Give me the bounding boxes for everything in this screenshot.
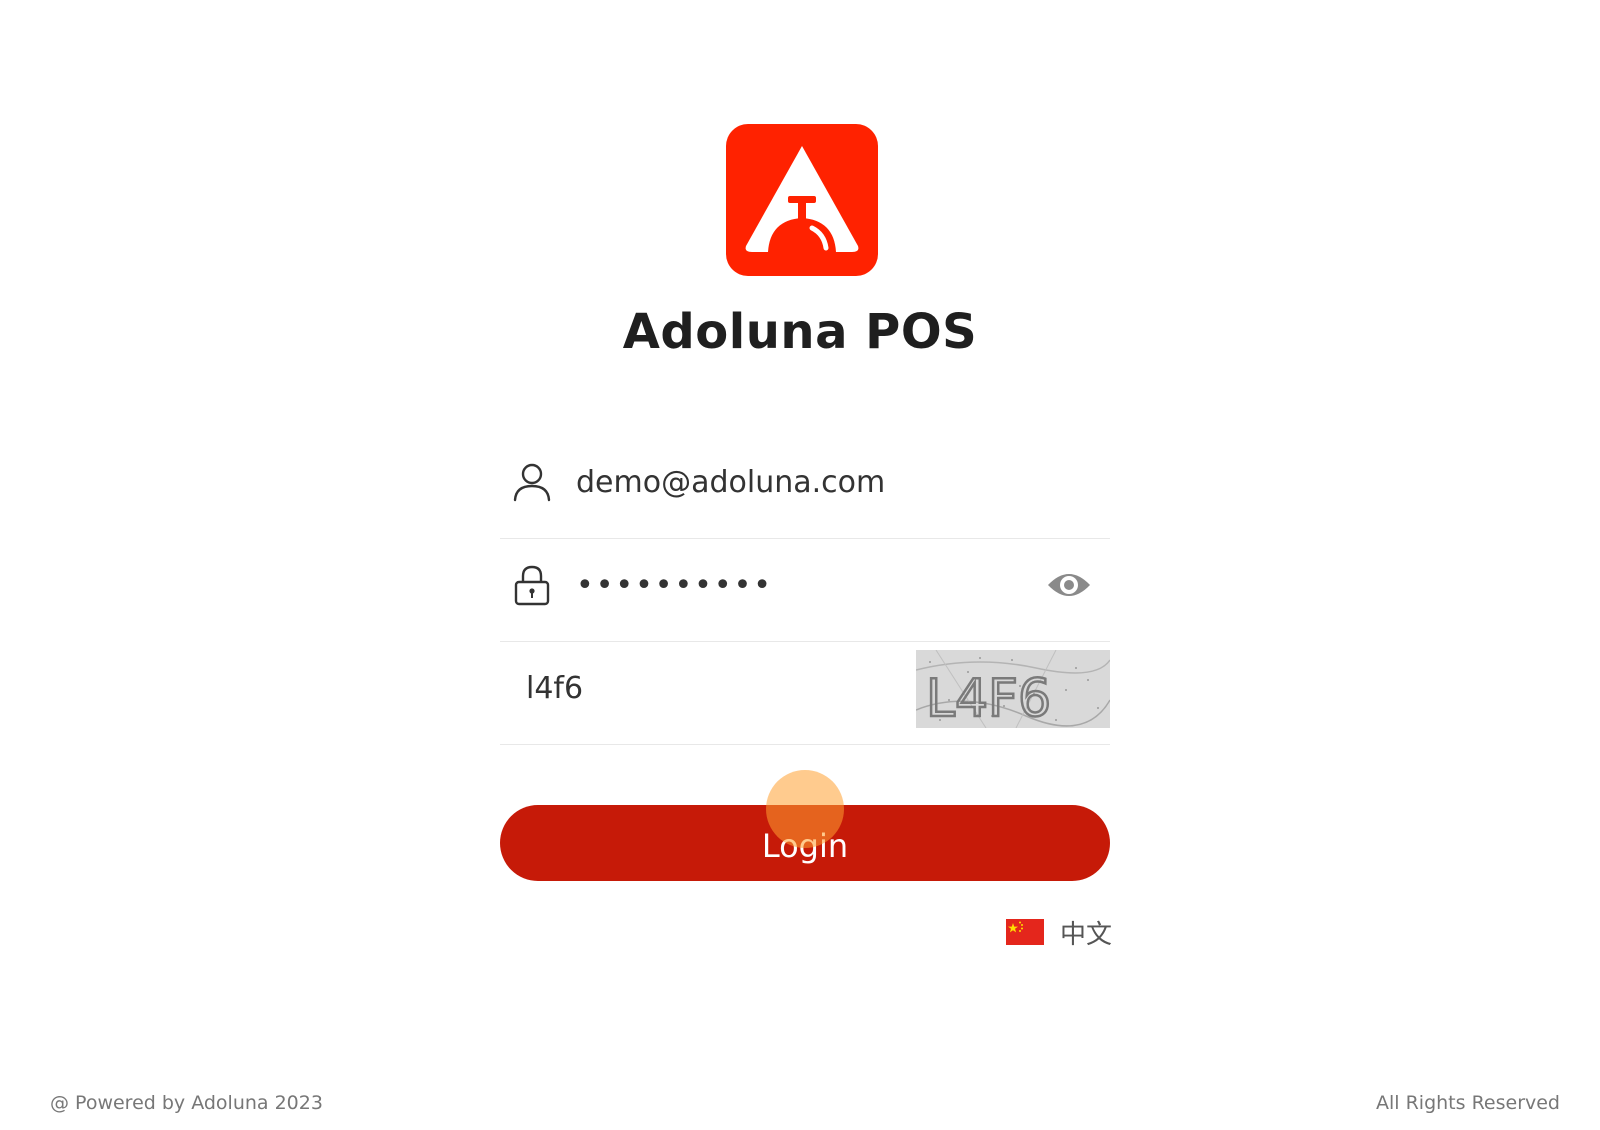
language-label: 中文 — [1060, 919, 1113, 950]
eye-icon[interactable] — [1046, 565, 1092, 605]
email-field-row — [500, 448, 1110, 539]
login-button[interactable]: Login — [500, 805, 1110, 881]
password-input[interactable] — [576, 557, 996, 613]
captcha-noise-graphic: L4F6 — [916, 650, 1110, 728]
captcha-input[interactable] — [526, 660, 876, 716]
footer-powered-by: @ Powered by Adoluna 2023 — [50, 1092, 323, 1114]
lock-icon — [514, 565, 550, 606]
footer-rights: All Rights Reserved — [1376, 1092, 1560, 1114]
app-title: Adoluna POS — [622, 304, 978, 360]
user-icon — [513, 463, 551, 502]
login-form: L4F6 — [500, 448, 1110, 757]
password-field-row — [500, 551, 1110, 642]
captcha-image-text: L4F6 — [926, 669, 1051, 728]
language-switch[interactable]: 中文 — [1006, 912, 1112, 952]
captcha-image[interactable]: L4F6 — [916, 650, 1110, 728]
login-page: Adoluna POS demo@adoluna.com •••••••••• … — [0, 0, 1600, 1130]
app-logo — [726, 124, 878, 276]
china-flag-icon — [1006, 919, 1044, 945]
captcha-field-row: L4F6 — [500, 650, 1110, 745]
adoluna-logo-icon — [745, 146, 859, 252]
email-input[interactable] — [576, 454, 996, 510]
